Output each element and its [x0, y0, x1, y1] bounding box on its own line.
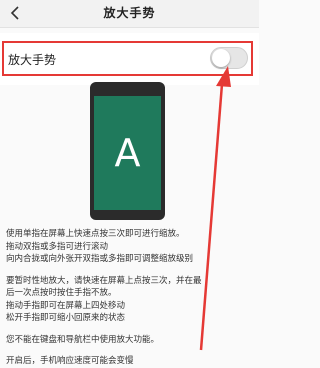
top-bar: 放大手势 [0, 0, 259, 28]
instruction-line: 开启后，手机响应速度可能会变慢 [6, 356, 134, 366]
page-title: 放大手势 [103, 6, 156, 20]
annotation-highlight-box [2, 41, 253, 76]
instruction-line: 您不能在键盘和导航栏中使用放大功能。 [6, 334, 160, 345]
illustration-letter: A [114, 131, 141, 175]
instructions-text: 使用单指在屏幕上快速点按三次即可进行缩放。 拖动双指或多指可进行滚动 向内合拢或… [6, 228, 226, 368]
phone-screen: A [94, 96, 161, 210]
instruction-line: 拖动双指或多指可进行滚动 [6, 241, 109, 252]
instruction-line: 向内合拢或向外张开双指或多指即可调整缩放级别 [6, 254, 194, 264]
instruction-line: 拖动手指即可在屏幕上四处移动 [6, 300, 126, 311]
phone-illustration: A [90, 82, 165, 220]
instruction-line: 使用单指在屏幕上快速点按三次即可进行缩放。 [6, 229, 185, 239]
instruction-line: 要暂时性地放大，请快速在屏幕上点按三次，并在最 [6, 275, 202, 286]
instruction-line: 后一次点按时按住手指不放。 [6, 288, 117, 298]
instruction-line: 松开手指即可缩小回原来的状态 [6, 313, 126, 323]
